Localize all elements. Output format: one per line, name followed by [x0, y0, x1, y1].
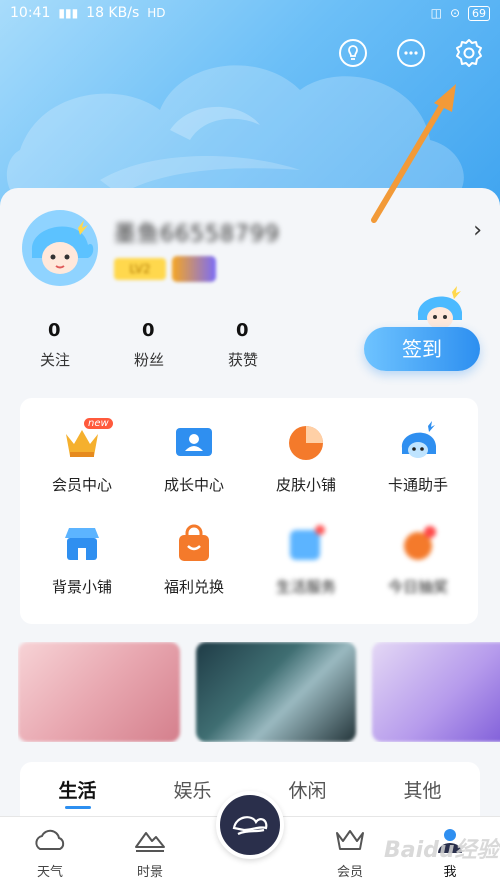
lock-icon: ⊙ [449, 6, 460, 20]
username: 墨鱼66558799 [114, 222, 280, 247]
service-skin-shop[interactable]: 皮肤小铺 [256, 420, 356, 495]
shopping-bag-icon [172, 522, 216, 566]
lightbulb-icon[interactable] [336, 36, 370, 70]
bottom-nav: 天气 时景 会员 我 [0, 791, 500, 889]
lottery-icon [396, 522, 440, 566]
battery-icon: 69 [468, 5, 490, 21]
profile-header[interactable]: 墨鱼66558799 LV2 › [22, 210, 482, 290]
stats-row: 0 关注 0 粉丝 0 获赞 [20, 320, 302, 370]
settings-gear-icon[interactable] [452, 36, 486, 70]
service-member-center[interactable]: new 会员中心 [32, 418, 132, 495]
stat-followers[interactable]: 0 粉丝 [114, 320, 208, 370]
banner-image[interactable] [372, 642, 500, 742]
service-life-services[interactable]: 生活服务 [256, 522, 356, 597]
checkin-button[interactable]: 签到 [364, 327, 480, 371]
level-badge: LV2 [114, 258, 166, 280]
id-card-icon [172, 420, 216, 464]
life-services-icon [284, 522, 328, 566]
nav-scenery[interactable]: 时景 [115, 827, 185, 880]
stat-following[interactable]: 0 关注 [20, 320, 114, 370]
crown-outline-icon [336, 830, 364, 850]
vibrate-icon: ◫ [430, 6, 442, 20]
service-rewards-exchange[interactable]: 福利兑换 [144, 522, 244, 597]
status-bar: 10:41 ▮▮▮ 18 KB/s HD ◫ ⊙ 69 [0, 0, 500, 26]
stat-likes[interactable]: 0 获赞 [208, 320, 302, 370]
cartoon-mascot-icon [396, 420, 440, 464]
pie-icon [284, 420, 328, 464]
cloud-icon [35, 829, 65, 850]
nav-me[interactable]: 我 [415, 827, 485, 880]
service-background-shop[interactable]: 背景小铺 [32, 522, 132, 597]
store-icon [60, 522, 104, 566]
mascot-icon [417, 286, 462, 329]
medal-badge-icon [172, 256, 216, 282]
banner-carousel[interactable] [18, 642, 500, 742]
mountain-icon [135, 832, 165, 852]
cloud-logo-icon [232, 816, 268, 836]
banner-image[interactable] [18, 642, 180, 742]
crown-icon: new [60, 418, 113, 464]
nav-membership[interactable]: 会员 [315, 827, 385, 880]
hd-icon: HD [147, 6, 166, 20]
nav-weather[interactable]: 天气 [15, 827, 85, 880]
network-speed: 18 KB/s [86, 5, 140, 21]
services-grid: new 会员中心 成长中心 皮肤小铺 卡通助手 背景小铺 福利兑换 生活服务 今… [20, 398, 478, 624]
signal-icon: ▮▮▮ [58, 6, 79, 20]
user-icon [438, 829, 462, 853]
home-center-button[interactable] [216, 791, 284, 859]
clock: 10:41 [10, 5, 51, 21]
chevron-right-icon[interactable]: › [473, 218, 482, 243]
service-daily-lottery[interactable]: 今日抽奖 [368, 522, 468, 597]
service-growth-center[interactable]: 成长中心 [144, 420, 244, 495]
service-cartoon-assistant[interactable]: 卡通助手 [368, 420, 468, 495]
tab-other[interactable]: 其他 [365, 762, 480, 822]
avatar[interactable] [22, 210, 98, 286]
message-icon[interactable] [394, 36, 428, 70]
top-actions [336, 36, 486, 70]
new-badge: new [84, 418, 113, 429]
banner-image[interactable] [196, 642, 356, 742]
tab-life[interactable]: 生活 [20, 762, 135, 822]
